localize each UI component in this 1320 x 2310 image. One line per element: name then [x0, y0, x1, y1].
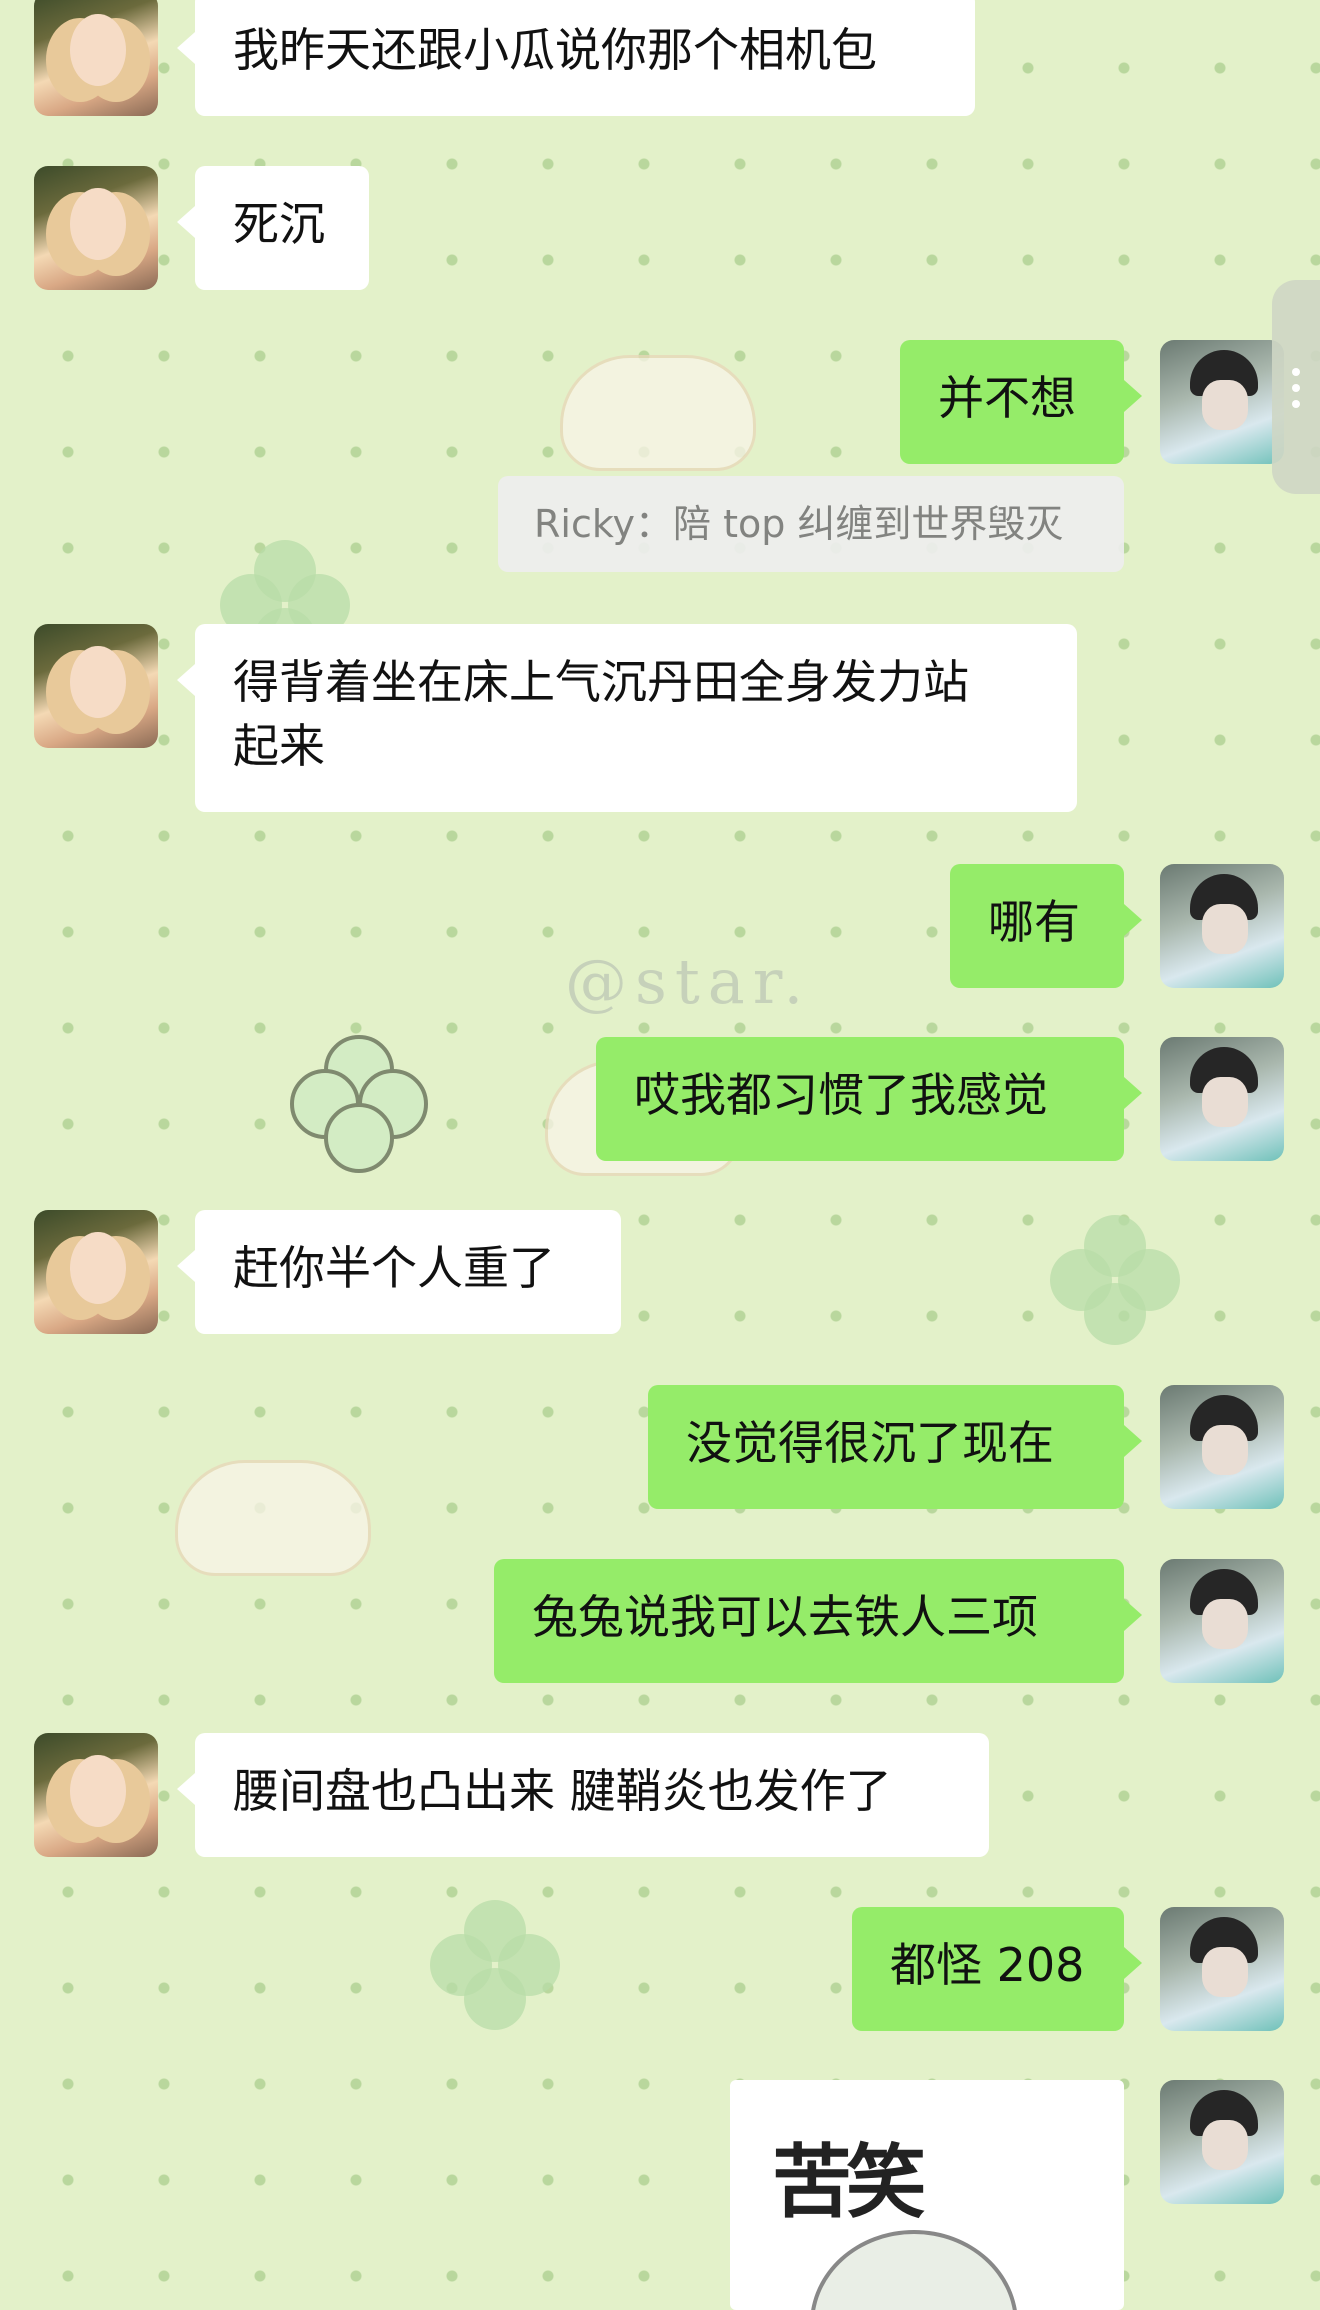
my-avatar[interactable]	[1160, 2080, 1284, 2204]
quoted-reply[interactable]: Ricky：陪 top 纠缠到世界毁灭	[498, 476, 1124, 572]
cat-decoration	[560, 355, 756, 471]
side-drag-handle[interactable]	[1272, 280, 1320, 494]
my-avatar[interactable]	[1160, 1037, 1284, 1161]
clover-decoration	[290, 1035, 428, 1173]
clover-decoration	[1050, 1215, 1180, 1345]
sticker-message[interactable]: 苦笑	[730, 2080, 1124, 2310]
sent-message-bubble[interactable]: 都怪 208	[852, 1907, 1142, 2031]
my-avatar[interactable]	[1160, 864, 1284, 988]
sticker-caption: 苦笑	[772, 2136, 926, 2229]
wallpaper-watermark: @star.	[565, 945, 812, 1018]
sent-message-bubble[interactable]: 哪有	[950, 864, 1142, 988]
received-message-bubble[interactable]: 赶你半个人重了	[177, 1210, 621, 1334]
my-avatar[interactable]	[1160, 1907, 1284, 2031]
clover-decoration	[430, 1900, 560, 2030]
received-message-bubble[interactable]: 得背着坐在床上气沉丹田全身发力站 起来	[177, 624, 1077, 812]
sticker-face-icon	[810, 2230, 1018, 2310]
friend-avatar[interactable]	[34, 624, 158, 748]
cat-decoration	[175, 1460, 371, 1576]
sent-message-bubble[interactable]: 兔兔说我可以去铁人三项	[494, 1559, 1142, 1683]
friend-avatar[interactable]	[34, 0, 158, 116]
received-message-bubble[interactable]: 腰间盘也凸出来 腱鞘炎也发作了	[177, 1733, 989, 1857]
my-avatar[interactable]	[1160, 1385, 1284, 1509]
sent-message-bubble[interactable]: 没觉得很沉了现在	[648, 1385, 1142, 1509]
sent-message-bubble[interactable]: 哎我都习惯了我感觉	[596, 1037, 1142, 1161]
friend-avatar[interactable]	[34, 166, 158, 290]
my-avatar[interactable]	[1160, 340, 1284, 464]
friend-avatar[interactable]	[34, 1733, 158, 1857]
friend-avatar[interactable]	[34, 1210, 158, 1334]
received-message-bubble[interactable]: 死沉	[177, 166, 369, 290]
my-avatar[interactable]	[1160, 1559, 1284, 1683]
received-message-bubble[interactable]: 我昨天还跟小瓜说你那个相机包	[177, 0, 975, 116]
sent-message-bubble[interactable]: 并不想	[900, 340, 1142, 464]
